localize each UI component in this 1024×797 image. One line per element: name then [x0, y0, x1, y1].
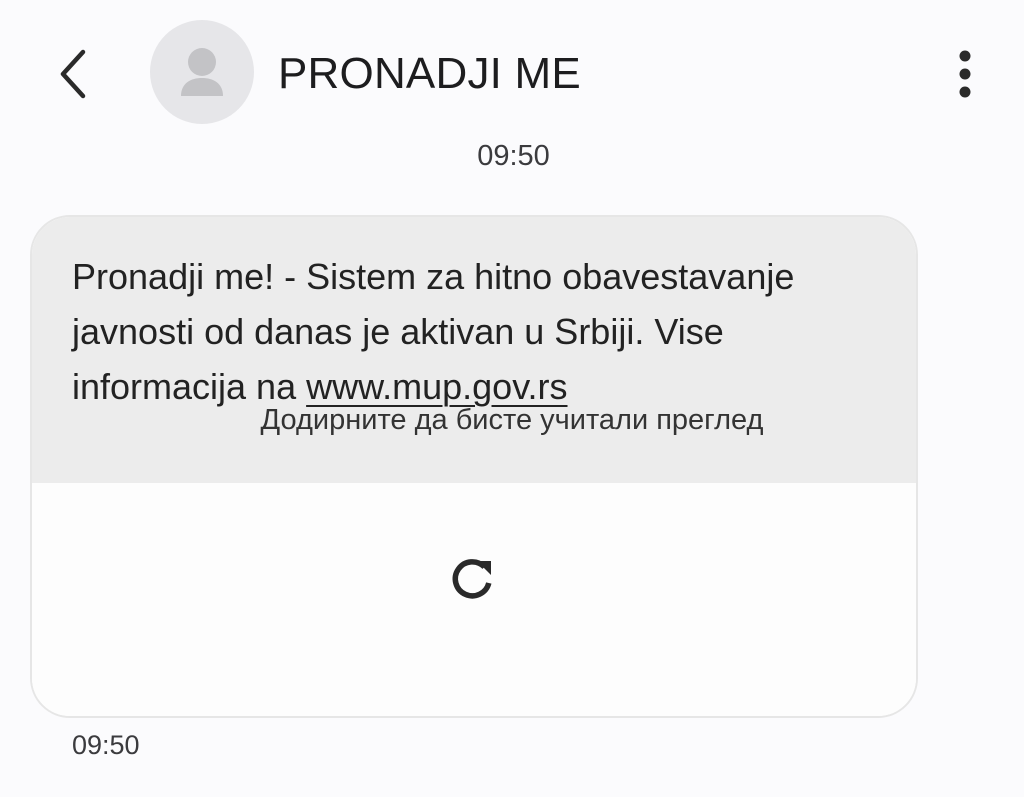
avatar[interactable]: [150, 20, 254, 124]
message-bubble[interactable]: Pronadji me! - Sistem za hitno obavestav…: [30, 215, 918, 718]
link-preview-area[interactable]: [32, 483, 916, 716]
conversation-header: PRONADJI ME: [0, 0, 1024, 140]
message-time: 09:50: [72, 730, 140, 760]
chevron-left-icon: [60, 49, 86, 99]
message-link[interactable]: www.mup.gov.rs: [306, 366, 567, 407]
message-body: Pronadji me! - Sistem za hitno obavestav…: [32, 217, 916, 483]
conversation-timestamp: 09:50: [477, 140, 550, 172]
person-icon: [181, 48, 223, 96]
preview-label: Додирните да бисте учитали преглед: [260, 404, 764, 436]
more-options-button[interactable]: [940, 44, 990, 104]
back-button[interactable]: [48, 46, 98, 102]
refresh-icon: [452, 559, 492, 599]
contact-name: PRONADJI ME: [278, 49, 581, 98]
more-vert-icon: [959, 50, 971, 98]
